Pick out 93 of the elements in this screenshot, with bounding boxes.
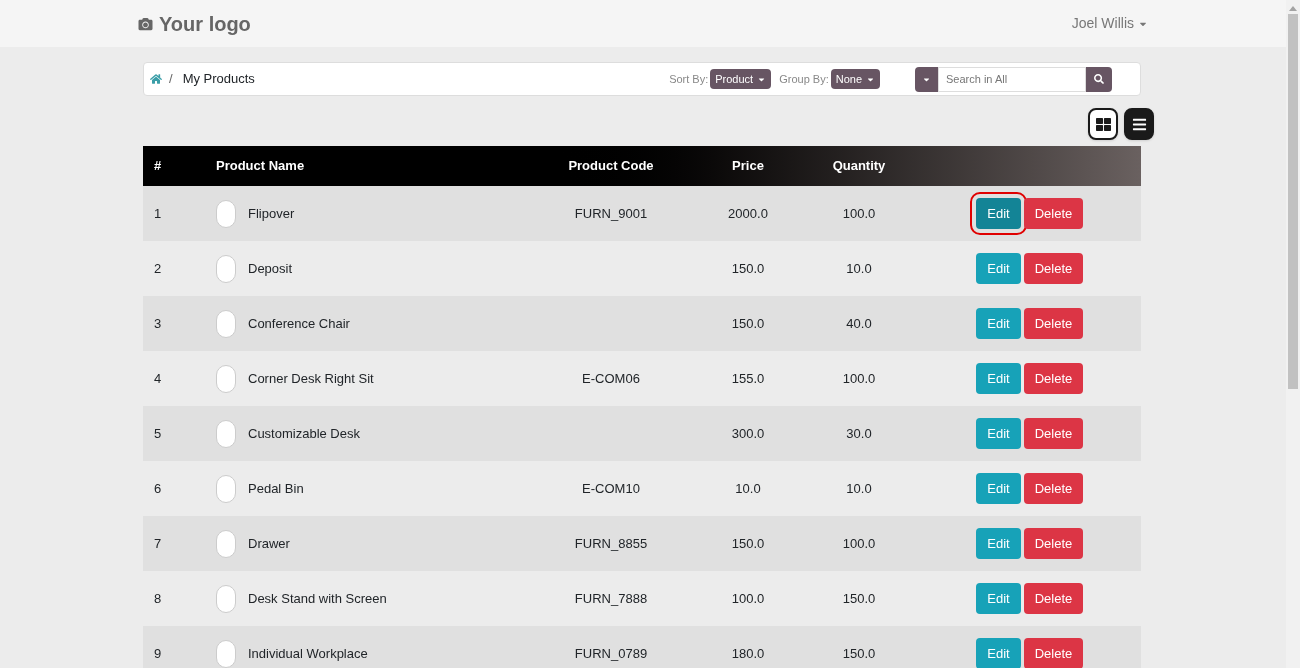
table-cell-text: Conference Chair xyxy=(248,314,350,333)
table-cell-text: 30.0 xyxy=(846,424,872,443)
table-cell-text: 2 xyxy=(153,259,163,278)
photo-placeholder xyxy=(216,529,236,558)
table-cell-text: Deposit xyxy=(248,259,293,278)
table-cell-text: Individual Workplace xyxy=(248,644,368,663)
delete-button[interactable]: Delete xyxy=(1024,363,1083,394)
edit-button[interactable]: Edit xyxy=(976,638,1021,668)
delete-button[interactable]: Delete xyxy=(1024,418,1083,449)
table-cell-text: 150.0 xyxy=(731,259,765,278)
table-cell-text: 6 xyxy=(153,479,163,498)
photo-placeholder xyxy=(216,419,236,448)
edit-button[interactable]: Edit xyxy=(976,363,1021,394)
group-label: Group By: xyxy=(779,71,829,87)
table-cell-text: 10.0 xyxy=(846,259,872,278)
search-button[interactable] xyxy=(1086,66,1112,92)
delete-button[interactable]: Delete xyxy=(1024,473,1083,504)
delete-button[interactable]: Delete xyxy=(1024,308,1083,339)
column-header: # xyxy=(153,157,163,176)
filter-dropdown-button[interactable] xyxy=(915,66,938,92)
table-cell-text: Customizable Desk xyxy=(248,424,360,443)
table-cell-text: Flipover xyxy=(248,204,295,223)
table-cell-text: FURN_0789 xyxy=(574,644,648,663)
edit-button[interactable]: Edit xyxy=(976,308,1021,339)
table-cell-text: 10.0 xyxy=(735,479,761,498)
table-cell-text: 100.0 xyxy=(842,534,876,553)
table-cell-text: 8 xyxy=(153,589,163,608)
photo-placeholder xyxy=(216,199,236,228)
camera-icon xyxy=(138,16,153,31)
delete-button[interactable]: Delete xyxy=(1024,253,1083,284)
edit-button[interactable]: Edit xyxy=(976,418,1021,449)
logo-text[interactable]: Your logo xyxy=(159,8,251,39)
photo-placeholder xyxy=(216,474,236,503)
table-cell-text: 150.0 xyxy=(842,644,876,663)
table-cell-text: 150.0 xyxy=(842,589,876,608)
scrollbar[interactable] xyxy=(1286,0,1300,668)
table-cell-text: 300.0 xyxy=(731,424,765,443)
table-cell-text: Desk Stand with Screen xyxy=(248,589,387,608)
table-cell-text: 100.0 xyxy=(731,589,765,608)
list-view-button[interactable] xyxy=(1124,108,1154,140)
delete-button[interactable]: Delete xyxy=(1024,638,1083,668)
scrollbar-thumb[interactable] xyxy=(1288,14,1298,389)
user-menu[interactable]: Joel Willis xyxy=(1071,13,1148,34)
delete-button[interactable]: Delete xyxy=(1024,198,1083,229)
sort-label: Sort By: xyxy=(669,71,709,87)
table-cell-text: 100.0 xyxy=(842,369,876,388)
table-cell-text: Drawer xyxy=(248,534,290,553)
home-icon[interactable] xyxy=(150,73,162,85)
group-dropdown[interactable]: None xyxy=(830,69,880,89)
column-header: Quantity xyxy=(832,157,886,176)
table-cell-text: 2000.0 xyxy=(728,204,768,223)
column-header: Product Code xyxy=(568,157,654,176)
table-cell-text: E-COM06 xyxy=(582,369,640,388)
photo-placeholder xyxy=(216,639,236,668)
table-cell-text: 180.0 xyxy=(731,644,765,663)
table-cell-text: 7 xyxy=(153,534,163,553)
table-cell-text: 100.0 xyxy=(842,204,876,223)
breadcrumb-current: My Products xyxy=(182,70,255,89)
edit-button[interactable]: Edit xyxy=(976,583,1021,614)
photo-placeholder xyxy=(216,364,236,393)
search-icon xyxy=(1094,74,1104,84)
table-cell-text: 1 xyxy=(153,204,163,223)
breadcrumb-separator: / xyxy=(169,70,173,89)
menu-icon xyxy=(1131,116,1147,132)
edit-button[interactable]: Edit xyxy=(976,528,1021,559)
column-header: Product Name xyxy=(215,157,306,176)
table-cell-text: Corner Desk Right Sit xyxy=(248,369,374,388)
column-header: Price xyxy=(732,157,764,176)
edit-button[interactable]: Edit xyxy=(976,473,1021,504)
search-field[interactable]: Search in All xyxy=(938,66,1086,92)
table-cell-text: 40.0 xyxy=(846,314,872,333)
table-cell-text: 3 xyxy=(153,314,163,333)
grid-icon xyxy=(1095,116,1111,132)
delete-button[interactable]: Delete xyxy=(1024,583,1083,614)
table-cell-text: 150.0 xyxy=(731,314,765,333)
table-cell-text: 4 xyxy=(153,369,163,388)
table-cell-text: 155.0 xyxy=(731,369,765,388)
table-cell-text: FURN_9001 xyxy=(574,204,648,223)
edit-button[interactable]: Edit xyxy=(976,253,1021,284)
table-cell-text: Pedal Bin xyxy=(248,479,304,498)
photo-placeholder xyxy=(216,584,236,613)
photo-placeholder xyxy=(216,254,236,283)
sort-dropdown[interactable]: Product xyxy=(710,69,772,89)
photo-placeholder xyxy=(216,309,236,338)
table-cell-text: E-COM10 xyxy=(582,479,640,498)
grid-view-button[interactable] xyxy=(1088,108,1118,140)
table-cell-text: 10.0 xyxy=(846,479,872,498)
table-cell-text: 9 xyxy=(153,644,163,663)
table-cell-text: FURN_7888 xyxy=(574,589,648,608)
table-cell-text: 5 xyxy=(153,424,163,443)
table-cell-text: FURN_8855 xyxy=(574,534,648,553)
delete-button[interactable]: Delete xyxy=(1024,528,1083,559)
table-cell-text: 150.0 xyxy=(731,534,765,553)
